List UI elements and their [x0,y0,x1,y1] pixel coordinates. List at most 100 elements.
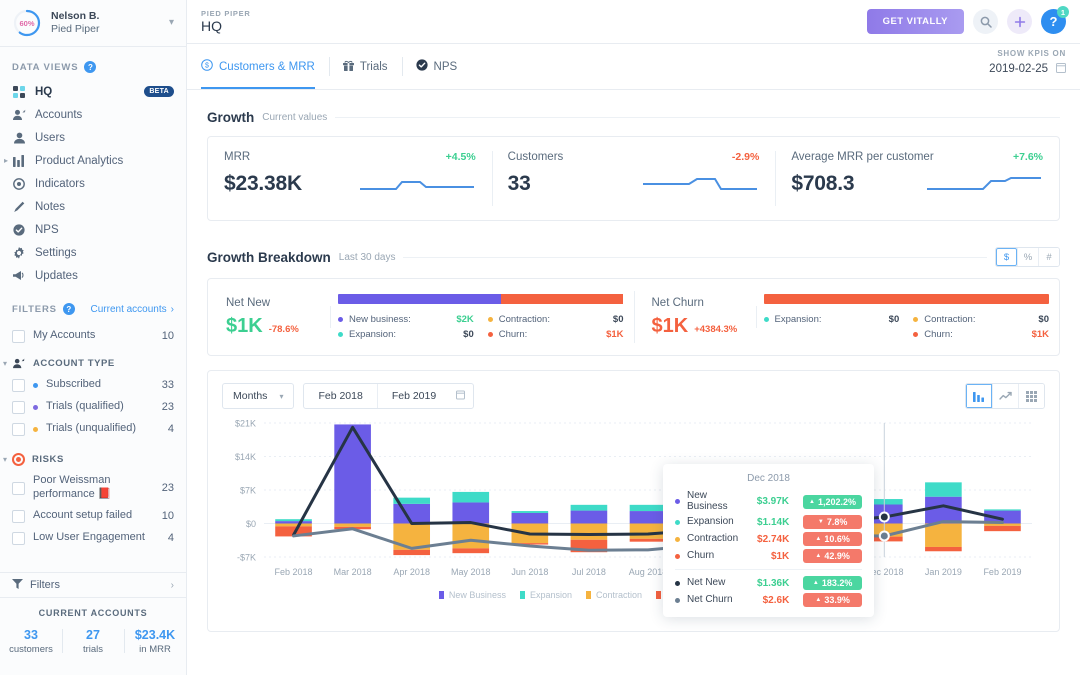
calendar-icon[interactable] [450,390,473,403]
pencil-icon [12,201,26,213]
chart-plot-area: $21K $14K $7K $0 -$7K Feb 2018 Mar 2018 Apr 201… [208,409,1059,617]
unit-toggle-percent[interactable]: % [1017,248,1038,266]
filter-account-setup-failed[interactable]: Account setup failed 10 [0,505,186,527]
current-accounts-link[interactable]: Current accounts › [91,304,175,315]
legend-label: Contraction: [924,314,976,325]
chevron-down-icon[interactable]: ▾ [3,359,7,368]
view-table-icon[interactable] [1018,384,1044,408]
sidebar-item-indicators[interactable]: Indicators [0,172,186,195]
filter-funnel-icon [12,578,23,592]
tab-customers-mrr[interactable]: $ Customers & MRR [201,44,329,89]
filter-count: 23 [161,401,174,413]
legend-item-expansion[interactable]: Expansion [519,590,572,600]
checkbox[interactable] [12,400,25,414]
sidebar-item-product-analytics[interactable]: ▸ Product Analytics [0,149,186,172]
tab-trials[interactable]: Trials [328,44,402,89]
megaphone-icon [12,270,26,281]
account-switcher[interactable]: 60% Nelson B. Pied Piper ▾ [0,0,186,47]
checkbox[interactable] [12,378,25,392]
date-range-picker[interactable]: Feb 2018 Feb 2019 [303,383,475,409]
section-title: Growth Breakdown [207,249,331,265]
checkbox[interactable] [12,531,25,545]
panel-net-churn: Net Churn $1K +4384.3% Expansion: $0 Con… [633,279,1060,355]
divider [403,256,987,258]
filter-trials-unqualified[interactable]: Trials (unqualified) 4 [0,418,186,440]
checkbox[interactable] [12,481,25,495]
sidebar-item-notes[interactable]: Notes [0,195,186,218]
section-subtitle: Current values [262,112,328,123]
filters-footer-button[interactable]: Filters › [0,572,186,598]
tooltip-value: $3.97K [756,496,790,507]
tab-nps[interactable]: NPS [401,44,472,89]
growth-breakdown-chart[interactable]: $21K $14K $7K $0 -$7K Feb 2018 Mar 2018 Apr 201… [222,415,1040,583]
svg-text:May 2018: May 2018 [451,567,491,577]
chart-legend: New Business Expansion Contraction Churn… [208,590,1059,600]
stacked-bar [338,294,624,304]
help-icon[interactable]: ? [62,303,75,315]
legend-churn: Churn: $1K [487,329,624,340]
tab-bar: $ Customers & MRR Trials NPS SHOW KPIS O… [187,44,1080,90]
chart-controls: Months ▾ Feb 2018 Feb 2019 [208,371,1059,409]
search-icon[interactable] [973,9,998,34]
kpi-delta: -2.9% [731,151,760,163]
granularity-select[interactable]: Months ▾ [222,383,295,409]
chevron-right-icon[interactable]: ▸ [4,156,8,165]
unit-toggle-count[interactable]: # [1038,248,1059,266]
filter-subscribed[interactable]: Subscribed 33 [0,374,186,396]
kpi-mrr: MRR +4.5% $23.38K [208,137,492,220]
checkbox[interactable] [12,422,25,436]
legend-value: $0 [1038,314,1049,325]
filter-low-user-engagement[interactable]: Low User Engagement 4 [0,527,186,549]
content-area: Growth Current values MRR +4.5% $23.38K [187,90,1080,632]
filter-label: Account setup failed [33,509,133,522]
tooltip-row-contraction: Contraction $2.74K ▲ 10.6% [675,532,862,546]
legend-spacer [764,329,900,340]
get-vitally-button[interactable]: GET VITALLY [866,9,964,34]
legend-label: Contraction: [498,314,550,325]
checkbox[interactable] [12,509,25,523]
calendar-icon[interactable] [1056,60,1066,78]
filter-count: 33 [161,379,174,391]
stat-value: 27 [86,628,100,642]
chevron-right-icon: › [170,303,174,315]
help-icon[interactable]: ? 1 [1041,6,1069,34]
page-title: HQ [201,17,222,34]
sidebar-item-nps[interactable]: NPS [0,218,186,241]
risks-group-header[interactable]: ▾ RISKS [0,440,186,471]
filter-poor-weissman[interactable]: Poor Weissman performance 📕 23 [0,471,186,505]
sidebar-item-settings[interactable]: Settings [0,241,186,264]
chart-view-toggle [965,383,1045,409]
sidebar-item-accounts[interactable]: Accounts [0,103,186,126]
tab-label: Customers & MRR [219,60,315,73]
sidebar-item-updates[interactable]: Updates [0,264,186,287]
add-icon[interactable] [1007,9,1032,34]
sidebar-item-label: Indicators [35,177,85,190]
main-content: PIED PIPER HQ GET VITALLY ? 1 $ Customer… [187,0,1080,675]
current-accounts-link-label: Current accounts [90,303,167,315]
checkbox[interactable] [12,329,25,343]
kpi-date-picker[interactable]: SHOW KPIS ON 2019-02-25 [989,44,1066,89]
legend-expansion: Expansion: $0 [763,314,899,325]
view-bar-chart-icon[interactable] [966,384,992,408]
panel-title: Net Churn [651,296,704,309]
help-icon[interactable]: ? [84,61,97,73]
legend-item-new-business[interactable]: New Business [438,590,506,600]
filter-trials-qualified[interactable]: Trials (qualified) 23 [0,396,186,418]
chevron-down-icon[interactable]: ▾ [169,18,174,28]
sidebar-item-users[interactable]: Users [0,126,186,149]
stat-label: trials [82,643,104,655]
sidebar-item-hq[interactable]: HQ BETA [0,80,186,103]
tooltip-value: $1.36K [757,577,790,589]
chevron-down-icon[interactable]: ▾ [3,455,7,464]
filter-count: 23 [161,482,174,494]
tooltip-chip: ▲ 42.9% [803,549,862,563]
filter-label: Subscribed [46,378,102,391]
view-line-chart-icon[interactable] [992,384,1018,408]
unit-toggle-dollar[interactable]: $ [996,248,1017,266]
svg-text:Jan 2019: Jan 2019 [925,567,962,577]
legend-item-contraction[interactable]: Contraction [585,590,642,600]
filter-my-accounts[interactable]: My Accounts 10 [0,325,186,347]
chart-tooltip: Dec 2018 New Business $3.97K ▲ 1,202.2% E… [663,464,874,617]
account-type-group-header[interactable]: ▾ ACCOUNT TYPE [0,347,186,374]
grid-icon [12,85,26,98]
